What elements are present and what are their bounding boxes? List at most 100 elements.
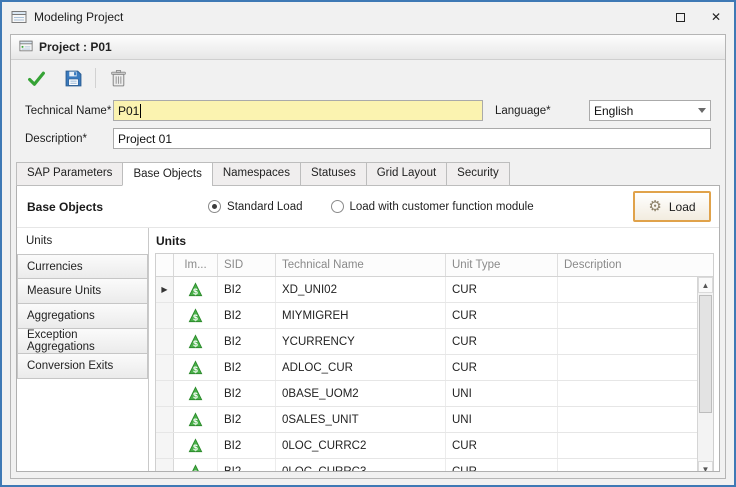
svg-text:$: $ <box>193 390 198 400</box>
save-button[interactable] <box>62 67 84 89</box>
table-row[interactable]: ▶ $ BI2 XD_UNI02 CUR <box>156 277 697 303</box>
gear-icon: ⚙ <box>648 199 661 214</box>
standard-load-radio[interactable]: Standard Load <box>208 200 302 213</box>
sidebar-item-units[interactable]: Units <box>17 228 148 254</box>
scrollbar-thumb[interactable] <box>699 295 712 413</box>
tab-grid-layout[interactable]: Grid Layout <box>366 162 447 186</box>
unit-type-cell[interactable]: CUR <box>446 303 558 328</box>
trash-icon <box>110 69 127 88</box>
check-icon <box>27 69 46 88</box>
grid-title: Units <box>155 229 714 253</box>
sid-cell[interactable]: BI2 <box>218 277 276 302</box>
tab-sap-parameters[interactable]: SAP Parameters <box>16 162 123 186</box>
column-header-unit-type[interactable]: Unit Type <box>446 254 558 276</box>
maximize-icon <box>676 13 685 22</box>
description-cell[interactable] <box>558 303 697 328</box>
sid-cell[interactable]: BI2 <box>218 459 276 472</box>
titlebar: Modeling Project ✕ <box>2 2 734 32</box>
unit-type-cell[interactable]: CUR <box>446 355 558 380</box>
table-row[interactable]: $ BI2 YCURRENCY CUR <box>156 329 697 355</box>
validate-button[interactable] <box>25 67 47 89</box>
close-button[interactable]: ✕ <box>698 2 734 32</box>
technical-name-input[interactable]: P01 <box>113 100 483 121</box>
sidebar-item-conversion-exits[interactable]: Conversion Exits <box>17 354 148 379</box>
current-row-marker-icon: ▶ <box>161 285 167 294</box>
description-cell[interactable] <box>558 433 697 458</box>
language-dropdown[interactable]: English <box>589 100 711 121</box>
column-header-description[interactable]: Description <box>558 254 697 276</box>
sidebar-item-aggregations[interactable]: Aggregations <box>17 304 148 329</box>
table-row[interactable]: $ BI2 0SALES_UNIT UNI <box>156 407 697 433</box>
svg-text:$: $ <box>193 442 198 452</box>
load-button[interactable]: ⚙ Load <box>633 191 711 222</box>
table-row[interactable]: $ BI2 0BASE_UOM2 UNI <box>156 381 697 407</box>
technical-name-cell[interactable]: 0BASE_UOM2 <box>276 381 446 406</box>
table-row[interactable]: $ BI2 0LOC_CURRC2 CUR <box>156 433 697 459</box>
scrollbar-track[interactable] <box>698 293 713 461</box>
technical-name-cell[interactable]: 0LOC_CURRC3 <box>276 459 446 472</box>
sid-cell[interactable]: BI2 <box>218 303 276 328</box>
units-grid: Im... SID Technical Name Unit Type Descr… <box>155 253 714 472</box>
window-title: Modeling Project <box>34 10 662 24</box>
project-form: Technical Name* P01 Language* English De… <box>11 96 725 158</box>
table-row[interactable]: $ BI2 ADLOC_CUR CUR <box>156 355 697 381</box>
radio-unchecked-icon <box>331 200 344 213</box>
unit-type-cell[interactable]: CUR <box>446 277 558 302</box>
technical-name-cell[interactable]: ADLOC_CUR <box>276 355 446 380</box>
sid-cell[interactable]: BI2 <box>218 355 276 380</box>
sidebar-item-currencies[interactable]: Currencies <box>17 254 148 279</box>
project-header: Project : P01 <box>11 35 725 60</box>
delete-button[interactable] <box>107 67 129 89</box>
vertical-scrollbar[interactable]: ▲ ▼ <box>697 277 713 472</box>
scroll-up-icon[interactable]: ▲ <box>698 277 713 293</box>
chevron-down-icon <box>698 108 706 113</box>
sid-cell[interactable]: BI2 <box>218 329 276 354</box>
unit-type-cell[interactable]: CUR <box>446 433 558 458</box>
sid-cell[interactable]: BI2 <box>218 407 276 432</box>
technical-name-cell[interactable]: 0SALES_UNIT <box>276 407 446 432</box>
app-icon <box>11 9 27 25</box>
column-header-technical-name[interactable]: Technical Name <box>276 254 446 276</box>
description-cell[interactable] <box>558 329 697 354</box>
tab-base-objects[interactable]: Base Objects <box>122 162 212 186</box>
scroll-down-icon[interactable]: ▼ <box>698 461 713 472</box>
sid-cell[interactable]: BI2 <box>218 433 276 458</box>
description-cell[interactable] <box>558 355 697 380</box>
scrollbar-header-spacer <box>697 254 713 276</box>
technical-name-cell[interactable]: XD_UNI02 <box>276 277 446 302</box>
unit-type-cell[interactable]: UNI <box>446 381 558 406</box>
currency-icon: $ <box>174 277 218 302</box>
tab-namespaces[interactable]: Namespaces <box>212 162 301 186</box>
row-selector-header <box>156 254 174 276</box>
unit-type-cell[interactable]: CUR <box>446 329 558 354</box>
svg-text:$: $ <box>193 338 198 348</box>
column-header-im[interactable]: Im... <box>174 254 218 276</box>
customer-load-radio[interactable]: Load with customer function module <box>331 200 534 213</box>
sidebar-item-exception-aggregations[interactable]: Exception Aggregations <box>17 329 148 354</box>
sidebar-item-measure-units[interactable]: Measure Units <box>17 279 148 304</box>
table-row[interactable]: $ BI2 MIYMIGREH CUR <box>156 303 697 329</box>
project-icon <box>19 39 33 56</box>
grid-main: ▶ $ BI2 XD_UNI02 CUR $ <box>156 277 713 472</box>
technical-name-cell[interactable]: MIYMIGREH <box>276 303 446 328</box>
description-cell[interactable] <box>558 407 697 432</box>
technical-name-value: P01 <box>118 104 139 118</box>
column-header-sid[interactable]: SID <box>218 254 276 276</box>
technical-name-cell[interactable]: YCURRENCY <box>276 329 446 354</box>
sid-cell[interactable]: BI2 <box>218 381 276 406</box>
description-input[interactable]: Project 01 <box>113 128 711 149</box>
table-row[interactable]: $ BI2 0LOC_CURRC3 CUR <box>156 459 697 472</box>
tab-security[interactable]: Security <box>446 162 510 186</box>
technical-name-cell[interactable]: 0LOC_CURRC2 <box>276 433 446 458</box>
customer-load-label: Load with customer function module <box>350 201 534 213</box>
maximize-button[interactable] <box>662 2 698 32</box>
currency-icon: $ <box>174 407 218 432</box>
unit-type-cell[interactable]: UNI <box>446 407 558 432</box>
unit-type-cell[interactable]: CUR <box>446 459 558 472</box>
description-cell[interactable] <box>558 277 697 302</box>
tab-statuses[interactable]: Statuses <box>300 162 367 186</box>
description-cell[interactable] <box>558 381 697 406</box>
description-cell[interactable] <box>558 459 697 472</box>
save-icon <box>64 69 83 88</box>
currency-icon: $ <box>174 355 218 380</box>
